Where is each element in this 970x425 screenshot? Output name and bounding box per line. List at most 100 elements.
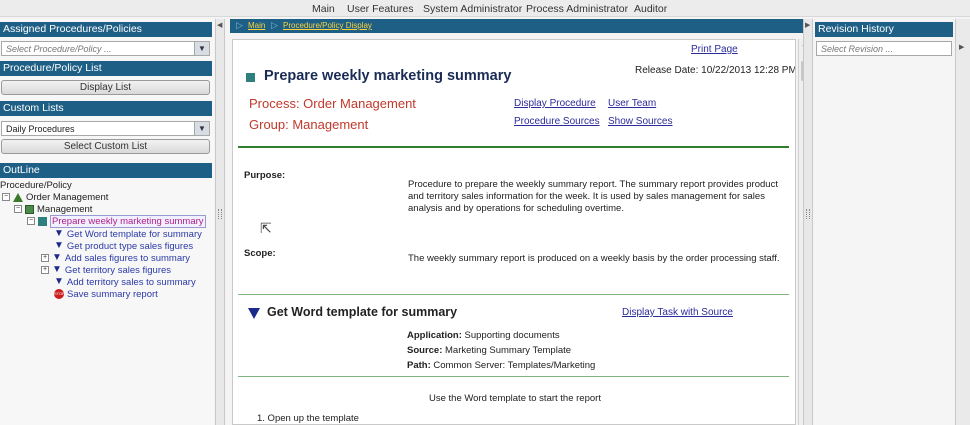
collapse-right-icon[interactable]: ▶	[805, 21, 810, 29]
menu-main[interactable]: Main	[312, 3, 335, 15]
section-divider	[238, 294, 789, 295]
collapse-right-panel-icon[interactable]: ▶	[959, 43, 964, 51]
collapse-icon[interactable]: −	[27, 217, 35, 225]
release-date: Release Date: 10/22/2013 12:28 PM	[635, 65, 796, 76]
custom-list-select[interactable]: Daily Procedures ▼	[1, 121, 210, 136]
top-menu-bar: Main User Features System Administrator …	[0, 0, 970, 17]
collapse-icon[interactable]: −	[2, 193, 10, 201]
task-instruction: Use the Word template to start the repor…	[429, 393, 601, 404]
menu-user-features[interactable]: User Features	[347, 3, 414, 15]
group-label: Group: Management	[249, 117, 369, 132]
stop-icon: STOP	[54, 289, 65, 299]
procedure-document: Print Page Prepare weekly marketing summ…	[232, 39, 796, 425]
show-sources-link[interactable]: Show Sources	[608, 116, 672, 127]
menu-auditor[interactable]: Auditor	[634, 3, 667, 15]
tree-task-label: Get product type sales figures	[66, 240, 194, 252]
assigned-procedures-header: Assigned Procedures/Policies	[0, 22, 212, 37]
application-row: Application: Supporting documents	[407, 330, 560, 341]
task-icon: ▼	[54, 228, 64, 239]
expand-icon[interactable]: +	[41, 266, 49, 274]
splitter-grip-icon	[218, 209, 222, 219]
display-task-link[interactable]: Display Task with Source	[622, 307, 733, 318]
menu-process-administrator[interactable]: Process Administrator	[526, 3, 628, 15]
custom-list-value: Daily Procedures	[6, 124, 75, 134]
scope-label: Scope:	[244, 248, 276, 259]
task-icon	[248, 308, 260, 319]
section-divider	[238, 376, 789, 377]
tree-task-label: Add territory sales to summary	[66, 276, 196, 288]
breadcrumb-main[interactable]: Main	[248, 21, 265, 30]
task-title: Get Word template for summary	[267, 305, 458, 319]
left-splitter[interactable]: ◀	[215, 19, 225, 425]
tree-node-label: Order Management	[26, 191, 109, 203]
outline-tree: Procedure/Policy − Order Management − Ma…	[0, 180, 212, 423]
print-page-link[interactable]: Print Page	[691, 44, 738, 55]
procedure-sources-link[interactable]: Procedure Sources	[514, 116, 600, 127]
source-row: Source: Marketing Summary Template	[407, 345, 571, 356]
task-icon: ▼	[52, 252, 62, 263]
tree-task[interactable]: + ▼ Add sales figures to summary	[41, 252, 190, 264]
tree-task[interactable]: + ▼ Get territory sales figures	[41, 264, 171, 276]
section-divider	[238, 146, 789, 148]
tree-task[interactable]: ▼ Add territory sales to summary	[54, 276, 196, 288]
tree-node-management[interactable]: − Management	[14, 203, 92, 215]
revision-history-header: Revision History	[815, 22, 953, 37]
tree-node-order-management[interactable]: − Order Management	[2, 191, 108, 203]
tree-task[interactable]: ▼ Get product type sales figures	[54, 240, 193, 252]
process-icon	[13, 192, 23, 202]
source-label: Source:	[407, 345, 443, 356]
tree-task[interactable]: ▼ Get Word template for summary	[54, 228, 202, 240]
select-custom-list-button[interactable]: Select Custom List	[1, 139, 210, 154]
user-team-link[interactable]: User Team	[608, 98, 656, 109]
task-icon: ▼	[54, 276, 64, 287]
display-procedure-link[interactable]: Display Procedure	[514, 98, 596, 109]
step-item: 1. Open up the template	[257, 413, 359, 424]
scope-text: The weekly summary report is produced on…	[408, 253, 780, 264]
right-splitter[interactable]: ▶	[803, 19, 813, 425]
expand-icon[interactable]: +	[41, 254, 49, 262]
tree-task-label: Add sales figures to summary	[64, 252, 191, 264]
dropdown-arrow-icon[interactable]: ▼	[194, 42, 209, 55]
group-icon	[25, 204, 34, 214]
application-label: Application:	[407, 330, 462, 341]
tree-root: Procedure/Policy	[0, 179, 72, 191]
mouse-cursor-icon: ⇱	[260, 220, 272, 236]
page-title: Prepare weekly marketing summary	[264, 68, 512, 84]
tree-node-procedure[interactable]: − Prepare weekly marketing summary	[27, 214, 206, 228]
source-value: Marketing Summary Template	[445, 345, 572, 356]
collapse-left-icon[interactable]: ◀	[217, 21, 222, 29]
path-label: Path:	[407, 360, 431, 371]
main-content: ▷ Main ▷ Procedure/Policy Display Print …	[230, 19, 812, 425]
tree-root-label: Procedure/Policy	[0, 179, 72, 191]
dropdown-arrow-icon[interactable]: ▼	[194, 122, 209, 135]
procedure-select[interactable]: Select Procedure/Policy ... ▼	[1, 41, 210, 56]
tree-task-label: Get territory sales figures	[64, 264, 172, 276]
left-panel: Assigned Procedures/Policies Select Proc…	[0, 19, 214, 425]
breadcrumb: ▷ Main ▷ Procedure/Policy Display	[230, 19, 812, 33]
breadcrumb-procedure-display[interactable]: Procedure/Policy Display	[283, 21, 372, 30]
tree-node-label: Management	[37, 203, 93, 215]
application-value: Supporting documents	[464, 330, 560, 341]
custom-lists-header: Custom Lists	[0, 101, 212, 116]
procedure-select-placeholder: Select Procedure/Policy ...	[6, 44, 112, 54]
breadcrumb-arrow-icon: ▷	[271, 20, 278, 30]
procedure-icon	[38, 216, 47, 226]
right-panel: Revision History Select Revision ...	[815, 19, 953, 425]
tree-node-label: Prepare weekly marketing summary	[50, 214, 206, 228]
tree-task-label: Save summary report	[67, 288, 158, 300]
process-label: Process: Order Management	[249, 96, 416, 111]
revision-select[interactable]: Select Revision ...	[816, 41, 952, 56]
menu-system-administrator[interactable]: System Administrator	[423, 3, 522, 15]
collapse-icon[interactable]: −	[14, 205, 22, 213]
task-icon: ▼	[54, 240, 64, 251]
outline-header: OutLine	[0, 163, 212, 178]
tree-task-label: Get Word template for summary	[66, 228, 202, 240]
purpose-label: Purpose:	[244, 170, 286, 181]
procedure-list-header: Procedure/Policy List	[0, 61, 212, 76]
tree-task[interactable]: STOP Save summary report	[54, 288, 158, 300]
display-list-button[interactable]: Display List	[1, 80, 210, 95]
purpose-text: Procedure to prepare the weekly summary …	[408, 179, 778, 214]
splitter-grip-icon	[806, 209, 810, 219]
breadcrumb-arrow-icon: ▷	[236, 20, 243, 30]
right-splitter-bar[interactable]: ▶	[955, 19, 970, 425]
